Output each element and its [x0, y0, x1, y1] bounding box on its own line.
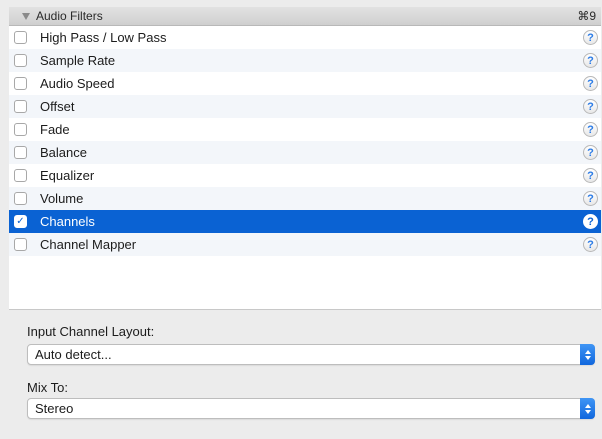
- disclosure-triangle-icon[interactable]: [22, 12, 30, 20]
- filter-row-audio-speed[interactable]: Audio Speed ?: [9, 72, 601, 95]
- filter-checkbox[interactable]: [14, 31, 27, 44]
- filter-row-channel-mapper[interactable]: Channel Mapper ?: [9, 233, 601, 256]
- help-icon[interactable]: ?: [583, 122, 598, 137]
- help-icon[interactable]: ?: [583, 30, 598, 45]
- help-icon[interactable]: ?: [583, 53, 598, 68]
- filter-row-balance[interactable]: Balance ?: [9, 141, 601, 164]
- help-icon[interactable]: ?: [583, 99, 598, 114]
- help-icon[interactable]: ?: [583, 191, 598, 206]
- filter-row-equalizer[interactable]: Equalizer ?: [9, 164, 601, 187]
- audio-filters-panel: Audio Filters ⌘9 High Pass / Low Pass ? …: [0, 0, 602, 439]
- filter-label: Balance: [40, 145, 87, 160]
- select-value: Auto detect...: [35, 347, 112, 362]
- filter-label: Channel Mapper: [40, 237, 137, 252]
- select-arrows-icon[interactable]: [580, 398, 595, 419]
- filter-list: High Pass / Low Pass ? Sample Rate ? Aud…: [9, 26, 601, 310]
- filter-row-offset[interactable]: Offset ?: [9, 95, 601, 118]
- filter-label: Fade: [40, 122, 70, 137]
- select-arrows-icon[interactable]: [580, 344, 595, 365]
- filter-checkbox[interactable]: [14, 146, 27, 159]
- section-header[interactable]: Audio Filters ⌘9: [9, 7, 601, 26]
- input-channel-layout-select[interactable]: Auto detect...: [27, 344, 595, 365]
- mix-to-select[interactable]: Stereo: [27, 398, 595, 419]
- filter-row-fade[interactable]: Fade ?: [9, 118, 601, 141]
- filter-label: Volume: [40, 191, 84, 206]
- filter-label: Equalizer: [40, 168, 95, 183]
- filter-checkbox[interactable]: [14, 169, 27, 182]
- filter-row-channels[interactable]: ✓ Channels ?: [9, 210, 601, 233]
- mix-to-label: Mix To:: [27, 380, 68, 395]
- filter-row-sample-rate[interactable]: Sample Rate ?: [9, 49, 601, 72]
- section-title: Audio Filters: [36, 9, 103, 23]
- input-channel-layout-label: Input Channel Layout:: [27, 324, 155, 339]
- filter-label: Sample Rate: [40, 53, 116, 68]
- help-icon[interactable]: ?: [583, 214, 598, 229]
- filter-checkbox[interactable]: [14, 238, 27, 251]
- filter-label: Audio Speed: [40, 76, 115, 91]
- filter-row-high-pass-low-pass[interactable]: High Pass / Low Pass ?: [9, 26, 601, 49]
- help-icon[interactable]: ?: [583, 237, 598, 252]
- filter-label: Channels: [40, 214, 95, 229]
- filter-row-volume[interactable]: Volume ?: [9, 187, 601, 210]
- filter-label: High Pass / Low Pass: [40, 30, 167, 45]
- filter-label: Offset: [40, 99, 75, 114]
- help-icon[interactable]: ?: [583, 145, 598, 160]
- filter-checkbox[interactable]: [14, 123, 27, 136]
- filter-checkbox[interactable]: [14, 77, 27, 90]
- help-icon[interactable]: ?: [583, 76, 598, 91]
- filter-checkbox-checked[interactable]: ✓: [14, 215, 27, 228]
- keyboard-shortcut: ⌘9: [577, 9, 596, 23]
- select-value: Stereo: [35, 401, 74, 416]
- filter-checkbox[interactable]: [14, 54, 27, 67]
- help-icon[interactable]: ?: [583, 168, 598, 183]
- filter-checkbox[interactable]: [14, 192, 27, 205]
- filter-checkbox[interactable]: [14, 100, 27, 113]
